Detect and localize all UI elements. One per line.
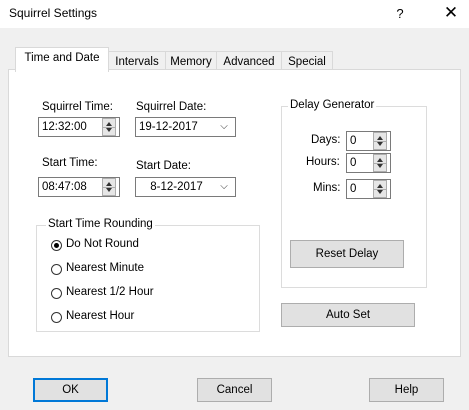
squirrel-date-value: 19-12-2017 <box>139 121 198 133</box>
tab-time-and-date[interactable]: Time and Date <box>15 47 109 72</box>
days-label: Days: <box>311 134 341 146</box>
start-time-spin-icon[interactable] <box>102 178 116 196</box>
settings-window: Squirrel Settings ? ✕ Time and Date Inte… <box>0 0 469 410</box>
mins-label: Mins: <box>313 182 341 194</box>
squirrel-date-label: Squirrel Date: <box>136 101 207 113</box>
help-question-button[interactable]: ? <box>390 4 410 24</box>
title-bar: Squirrel Settings ? ✕ <box>0 0 469 28</box>
start-time-rounding-title: Start Time Rounding <box>46 218 155 230</box>
squirrel-time-value: 12:32:00 <box>42 121 87 133</box>
start-time-label: Start Time: <box>42 157 98 169</box>
start-date-label: Start Date: <box>136 160 191 172</box>
squirrel-date-chevron-down-icon[interactable]: ⌵ <box>216 118 232 136</box>
days-value: 0 <box>350 135 357 147</box>
cancel-button[interactable]: Cancel <box>197 378 272 402</box>
start-date-value: 8-12-2017 <box>150 181 203 193</box>
reset-delay-button[interactable]: Reset Delay <box>290 240 404 268</box>
hours-spin-icon[interactable] <box>373 154 387 172</box>
start-date-chevron-down-icon[interactable]: ⌵ <box>216 178 232 196</box>
squirrel-time-label: Squirrel Time: <box>42 101 113 113</box>
days-spin-icon[interactable] <box>373 132 387 150</box>
hours-label: Hours: <box>306 156 340 168</box>
start-time-value: 08:47:08 <box>42 181 87 193</box>
radio-selected-dot <box>54 243 59 248</box>
help-button[interactable]: Help <box>369 378 444 402</box>
radio-nearest-hour-label[interactable]: Nearest Hour <box>66 310 134 322</box>
mins-spin-icon[interactable] <box>373 180 387 198</box>
mins-value: 0 <box>350 183 357 195</box>
ok-button[interactable]: OK <box>33 378 108 402</box>
hours-value: 0 <box>350 157 357 169</box>
radio-do-not-round-label[interactable]: Do Not Round <box>66 238 139 250</box>
radio-nearest-minute-label[interactable]: Nearest Minute <box>66 262 144 274</box>
auto-set-button[interactable]: Auto Set <box>281 303 415 327</box>
delay-generator-title: Delay Generator <box>288 99 377 111</box>
radio-nearest-minute[interactable] <box>51 264 62 275</box>
radio-nearest-half-hour-label[interactable]: Nearest 1/2 Hour <box>66 286 154 298</box>
window-title: Squirrel Settings <box>9 6 98 20</box>
radio-nearest-half-hour[interactable] <box>51 288 62 299</box>
radio-nearest-hour[interactable] <box>51 312 62 323</box>
squirrel-time-spin-icon[interactable] <box>102 118 116 136</box>
radio-do-not-round[interactable] <box>51 240 62 251</box>
close-button[interactable]: ✕ <box>440 2 462 24</box>
